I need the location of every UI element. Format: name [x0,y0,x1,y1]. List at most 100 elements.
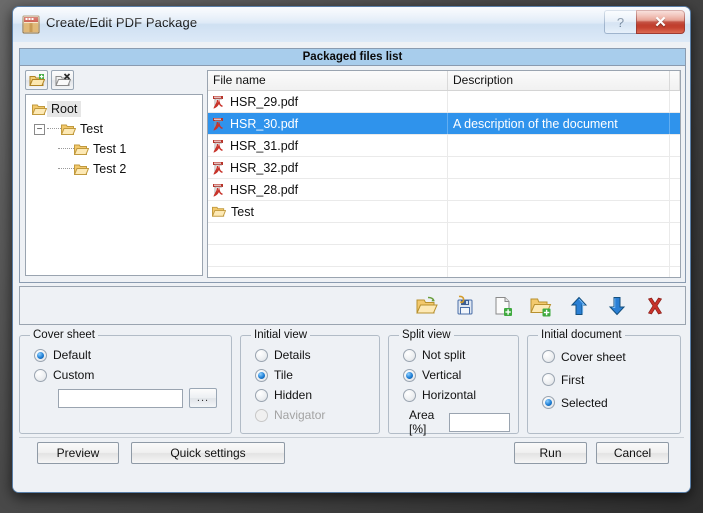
tree-connector [58,148,74,150]
pdf-icon [212,117,225,131]
radio-label: First [561,372,585,387]
row-spacer [670,135,680,156]
close-icon: ✕ [654,13,667,31]
table-row[interactable]: Test [208,201,680,223]
table-row[interactable]: HSR_32.pdf [208,157,680,179]
pdf-icon [212,95,225,109]
split-view-legend: Split view [402,329,451,341]
tree-node-test[interactable]: − Test [28,119,200,139]
cover-sheet-path-input[interactable] [58,388,183,408]
row-spacer [670,157,680,178]
table-row-empty[interactable] [208,223,680,245]
add-folder-button[interactable] [25,70,48,90]
pdf-package-icon [22,15,40,34]
table-row[interactable]: HSR_29.pdf [208,91,680,113]
initial-view-legend: Initial view [254,329,308,341]
row-spacer [670,223,680,244]
radio-indicator [255,388,268,402]
pdf-icon [212,161,225,175]
save-package-icon[interactable] [452,293,478,319]
tree-node-test-2[interactable]: Test 2 [28,159,200,179]
row-spacer [670,91,680,112]
row-file-name: HSR_31.pdf [230,138,299,153]
radio-initial-view-details[interactable]: Details [249,345,371,365]
radio-initial-view-hidden[interactable]: Hidden [249,385,371,405]
row-description [448,179,670,200]
radio-indicator [255,368,268,382]
table-row[interactable]: HSR_30.pdf A description of the document [208,113,680,135]
file-list-pane: File name Description HSR_29.pdf HSR_30.… [207,66,685,282]
radio-cover-sheet-custom[interactable]: Custom [28,365,223,385]
radio-label: Horizontal [422,388,477,402]
options-row: Cover sheet Default Custom ... Initial v… [19,329,686,436]
row-file-name: HSR_28.pdf [230,182,299,197]
radio-initial-document-selected[interactable]: Selected [536,391,672,414]
tree-connector [58,168,74,170]
column-header-file-name[interactable]: File name [208,71,448,90]
radio-cover-sheet-default[interactable]: Default [28,345,223,365]
collapse-icon[interactable]: − [34,123,45,135]
move-down-icon[interactable] [604,293,630,319]
dialog-client-area: Packaged files list Root − Test Test 1 T… [13,42,690,492]
tree-node-label: Test 2 [93,162,127,176]
row-file-name-cell: HSR_32.pdf [208,157,448,178]
folder-icon [61,123,76,136]
folder-icon [74,143,89,156]
file-list[interactable]: File name Description HSR_29.pdf HSR_30.… [207,70,681,278]
pdf-icon [212,183,225,197]
radio-initial-document-first[interactable]: First [536,368,672,391]
radio-indicator [542,396,555,409]
radio-label: Selected [561,395,608,410]
row-description [448,267,670,277]
remove-folder-button[interactable] [51,70,74,90]
radio-label: Vertical [422,368,462,382]
row-spacer [670,201,680,222]
add-folder-icon[interactable] [528,293,554,319]
delete-icon[interactable] [642,293,668,319]
row-file-name-cell: HSR_30.pdf [208,113,448,134]
window-title: Create/Edit PDF Package [46,15,198,30]
run-button[interactable]: Run [514,442,587,464]
help-button[interactable]: ? [604,10,636,34]
split-area-label: Area [%] [409,408,435,436]
row-file-name-cell [208,223,448,244]
footer: Preview Quick settings Run Cancel [19,442,684,472]
row-file-name-cell: Test [208,201,448,222]
tree-node-root[interactable]: Root [28,99,200,119]
radio-initial-view-tile[interactable]: Tile [249,365,371,385]
column-header-description[interactable]: Description [448,71,670,90]
radio-label: Tile [274,368,293,382]
row-description [448,201,670,222]
open-package-icon[interactable] [414,293,440,319]
initial-document-legend: Initial document [541,329,622,341]
dialog-window: Create/Edit PDF Package ? ✕ Packaged fil… [12,6,691,493]
radio-label: Custom [53,368,95,382]
table-row[interactable]: HSR_28.pdf [208,179,680,201]
preview-button[interactable]: Preview [37,442,119,464]
quick-settings-button[interactable]: Quick settings [131,442,285,464]
row-file-name: Test [231,204,254,219]
add-document-icon[interactable] [490,293,516,319]
initial-document-group: Initial document Cover sheet First Selec… [527,329,681,434]
table-row-empty[interactable] [208,267,680,277]
split-area-input[interactable] [449,412,510,432]
radio-split-view-vertical[interactable]: Vertical [397,365,510,385]
tree-node-test-1[interactable]: Test 1 [28,139,200,159]
row-file-name-cell: HSR_29.pdf [208,91,448,112]
table-row[interactable]: HSR_31.pdf [208,135,680,157]
folder-tree[interactable]: Root − Test Test 1 Test 2 [25,94,203,276]
radio-initial-document-cover-sheet[interactable]: Cover sheet [536,345,672,368]
cover-sheet-browse-button[interactable]: ... [189,388,217,408]
cancel-button[interactable]: Cancel [596,442,669,464]
row-file-name-cell [208,245,448,266]
split-area-row: Area [%] [397,408,510,436]
table-row-empty[interactable] [208,245,680,267]
file-actions-toolbar [19,286,686,325]
move-up-icon[interactable] [566,293,592,319]
close-button[interactable]: ✕ [636,10,685,34]
radio-split-view-horizontal[interactable]: Horizontal [397,385,510,405]
tree-node-label: Test [80,122,103,136]
radio-indicator [403,388,416,402]
radio-split-view-not-split[interactable]: Not split [397,345,510,365]
folder-icon [32,103,47,116]
